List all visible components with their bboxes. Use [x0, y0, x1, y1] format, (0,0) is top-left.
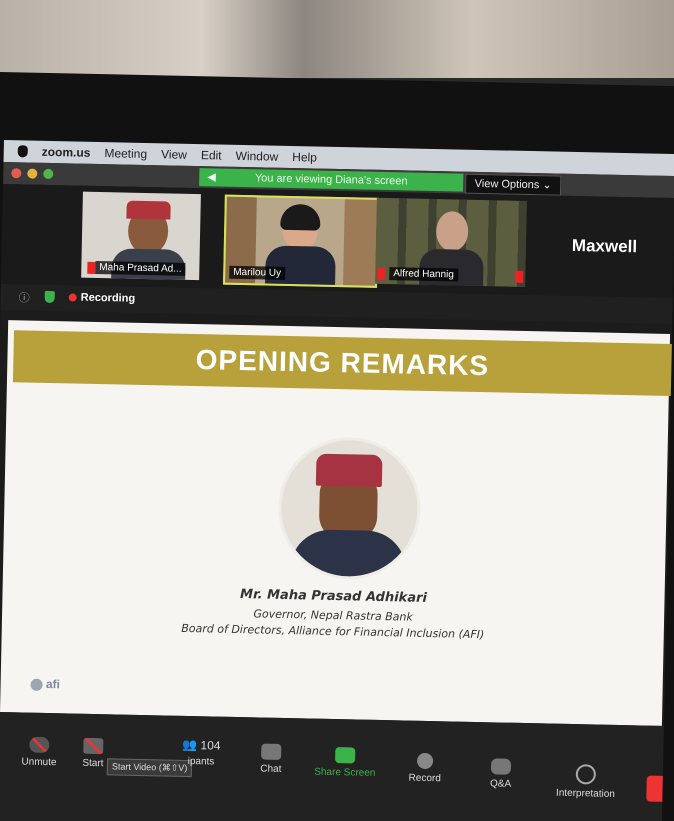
chat-icon [261, 743, 282, 760]
meeting-toolbar: Unmute Start Start Video (⌘⇧V) 👥 104 ipa… [0, 711, 664, 821]
photo-frame: zoom.us Meeting View Edit Window Help ◀ … [0, 0, 674, 821]
view-options-label: View Options [474, 177, 540, 192]
menu-window[interactable]: Window [235, 149, 278, 164]
minimize-window-button[interactable] [27, 168, 38, 179]
menu-view[interactable]: View [161, 147, 187, 162]
participant-name: Marilou Uy [229, 265, 286, 280]
viewing-banner-text: You are viewing Diana's screen [254, 172, 408, 188]
qa-label: Q&A [489, 778, 512, 790]
slide-title: OPENING REMARKS [195, 344, 490, 382]
record-label: Record [408, 772, 441, 785]
shared-screen-slide: OPENING REMARKS Mr. Maha Prasad Adhikari… [0, 320, 672, 726]
background-wall [0, 0, 674, 78]
zoom-screen: zoom.us Meeting View Edit Window Help ◀ … [0, 140, 674, 821]
video-off-icon [83, 737, 104, 755]
shield-icon[interactable] [44, 290, 55, 304]
share-screen-label: Share Screen [314, 766, 376, 779]
muted-icon [377, 267, 386, 281]
participants-label: ipants [187, 755, 215, 768]
globe-icon [575, 764, 597, 785]
participant-name: Alfred Hannig [389, 267, 459, 282]
end-meeting-button[interactable] [646, 775, 663, 802]
topi-hat [126, 200, 171, 220]
participant-tile[interactable]: Maha Prasad Ad... [81, 191, 201, 281]
chevron-down-icon: ⌄ [542, 179, 552, 192]
chat-label: Chat [260, 763, 282, 775]
participants-button[interactable]: 👥 104 ipants [161, 737, 242, 768]
close-window-button[interactable] [11, 168, 22, 179]
interpretation-button[interactable]: Interpretation [540, 763, 631, 800]
speaker-icon: ◀ [207, 171, 216, 184]
people-icon: 👥 [182, 737, 198, 753]
record-icon [416, 752, 434, 770]
share-screen-icon [335, 747, 356, 764]
afi-logo-text: afi [45, 676, 61, 692]
info-icon[interactable]: ⓘ [19, 289, 30, 305]
menu-app[interactable]: zoom.us [42, 145, 91, 160]
menu-help[interactable]: Help [292, 150, 317, 165]
participant-name: Maha Prasad Ad... [95, 260, 186, 276]
portrait-topi [315, 453, 383, 487]
chat-button[interactable]: Chat [231, 743, 312, 776]
apple-icon[interactable] [17, 145, 28, 158]
share-screen-button[interactable]: Share Screen [305, 746, 386, 779]
participant-strip: Maha Prasad Ad... Marilou Uy Alfred Hann… [0, 183, 674, 299]
participant-tile-active-speaker[interactable]: Marilou Uy [223, 194, 379, 288]
recording-dot-icon [68, 293, 77, 302]
interpretation-label: Interpretation [555, 787, 616, 800]
participants-icon: 👥 104 [161, 737, 241, 753]
microphone-muted-icon [29, 736, 50, 754]
participant-tile[interactable]: Alfred Hannig [375, 197, 527, 287]
bookshelf [343, 199, 377, 286]
menu-meeting[interactable]: Meeting [104, 146, 147, 161]
record-button[interactable]: Record [385, 752, 466, 785]
start-video-label: Start [82, 757, 104, 770]
speaker-portrait [276, 435, 422, 581]
view-options-button[interactable]: View Options ⌄ [464, 173, 562, 196]
zoom-window-button[interactable] [43, 168, 54, 180]
slide-title-banner: OPENING REMARKS [12, 330, 672, 397]
menu-edit[interactable]: Edit [201, 148, 222, 162]
participant-hair [280, 203, 321, 231]
muted-icon [87, 261, 96, 274]
portrait-suit [289, 529, 407, 581]
muted-icon [515, 270, 524, 283]
participants-count: 104 [200, 738, 221, 753]
afi-logo-icon [30, 678, 43, 691]
qa-button[interactable]: Q&A [461, 758, 542, 791]
afi-logo: afi [30, 676, 61, 692]
unmute-label: Unmute [21, 756, 57, 769]
participant-name-no-video[interactable]: Maxwell [572, 236, 638, 257]
recording-label[interactable]: Recording [81, 292, 136, 305]
qa-icon [490, 758, 512, 775]
